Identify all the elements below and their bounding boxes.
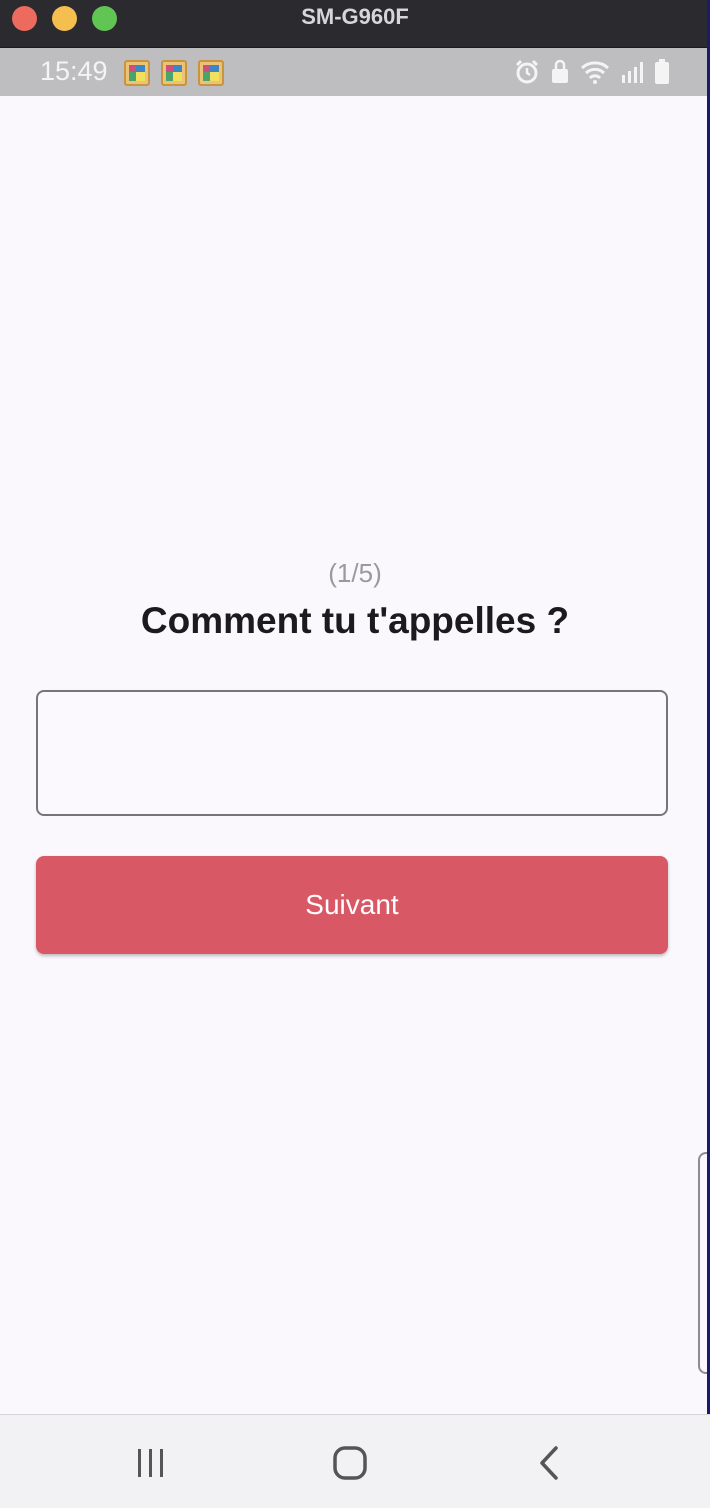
battery-icon — [654, 59, 670, 85]
back-icon[interactable] — [530, 1443, 570, 1483]
alarm-icon — [514, 59, 540, 85]
app-notification-icon — [124, 60, 150, 86]
question-title: Comment tu t'appelles ? — [140, 600, 570, 641]
status-bar: 15:49 — [0, 48, 710, 96]
home-icon[interactable] — [330, 1443, 370, 1483]
next-button[interactable]: Suivant — [36, 856, 668, 954]
lock-icon — [550, 59, 570, 85]
recents-icon[interactable] — [131, 1443, 171, 1483]
wifi-icon — [580, 59, 610, 85]
window-title: SM-G960F — [301, 4, 409, 29]
screen-content: (1/5) Comment tu t'appelles ? Suivant — [0, 96, 710, 1414]
android-nav-bar — [0, 1414, 710, 1508]
status-time: 15:49 — [40, 56, 108, 86]
signal-icon — [620, 59, 644, 85]
name-input[interactable] — [36, 690, 668, 816]
system-icons — [514, 58, 670, 86]
app-notification-icon — [198, 60, 224, 86]
step-counter: (1/5) — [328, 558, 382, 588]
app-notification-icon — [161, 60, 187, 86]
window-titlebar: SM-G960F — [0, 0, 710, 48]
